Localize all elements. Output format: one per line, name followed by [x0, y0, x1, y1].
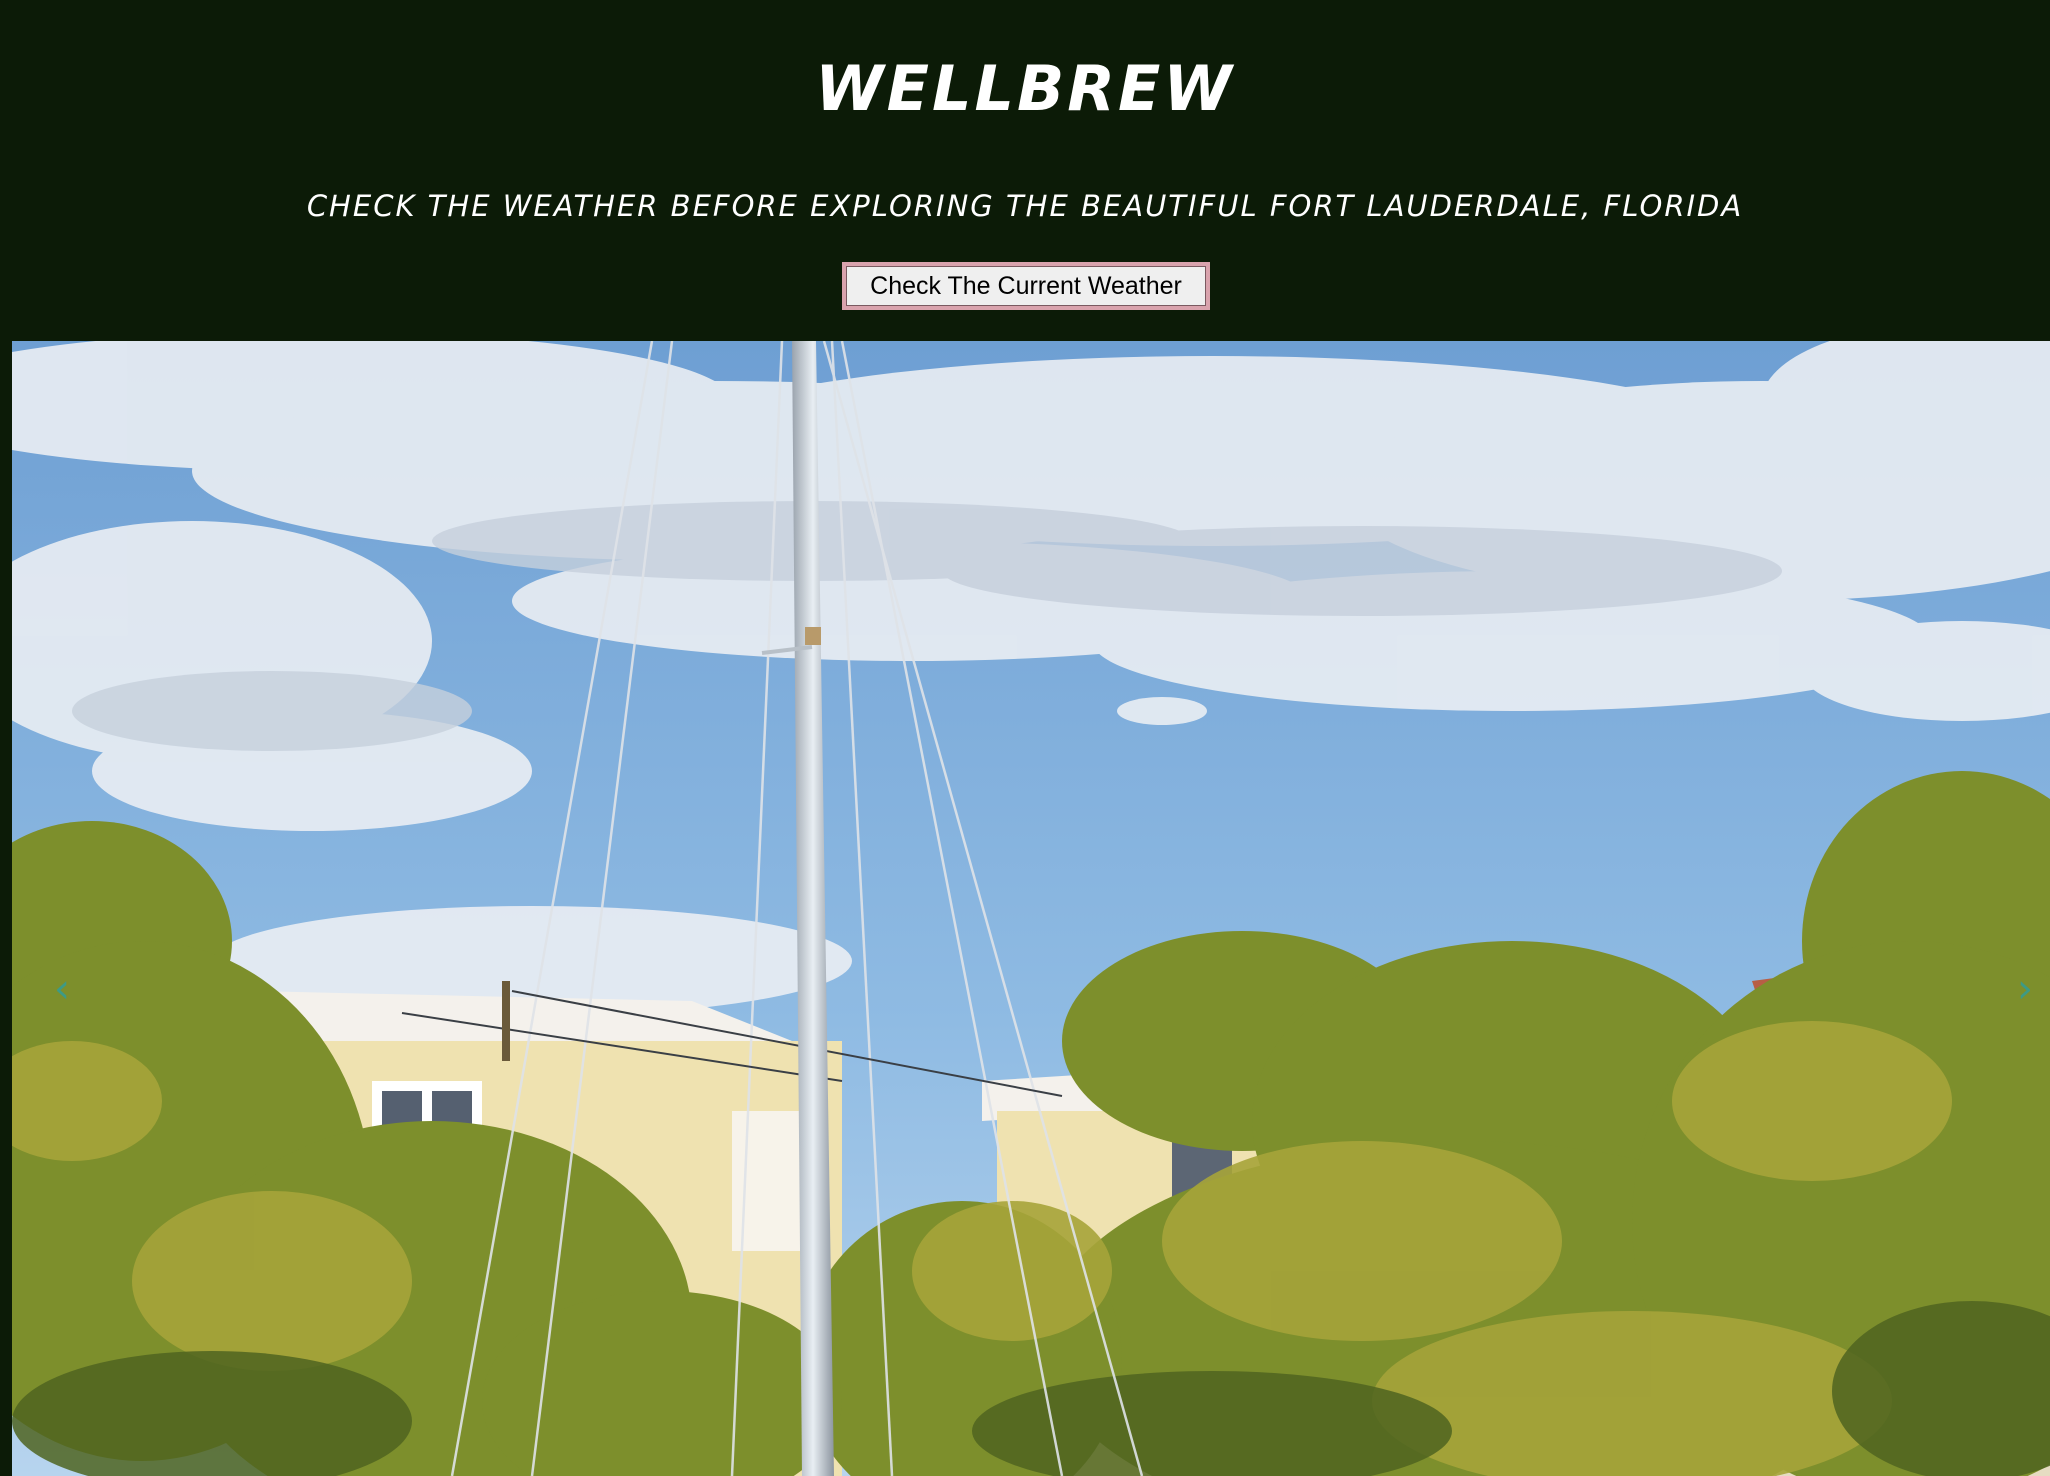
check-weather-button[interactable]: Check The Current Weather [842, 262, 1210, 310]
chevron-left-icon[interactable]: ‹ [54, 969, 70, 1009]
site-header: WELLBREW CHECK THE WEATHER BEFORE EXPLOR… [0, 0, 2050, 341]
image-carousel: ‹ › [12, 341, 2050, 1476]
tagline: CHECK THE WEATHER BEFORE EXPLORING THE B… [306, 189, 1744, 223]
carousel-slide-image [12, 341, 2050, 1476]
chevron-right-icon[interactable]: › [2017, 969, 2033, 1009]
site-title: WELLBREW [815, 52, 1235, 125]
